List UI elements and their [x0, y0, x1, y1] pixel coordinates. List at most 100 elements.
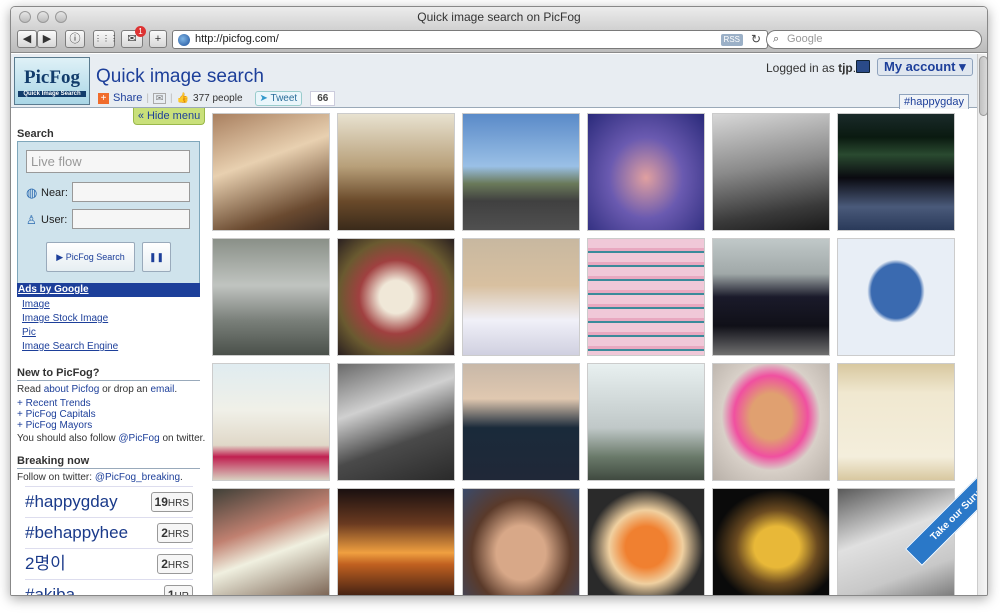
- google-search-placeholder: Google: [787, 33, 823, 45]
- breaking-now-heading: Breaking now: [17, 455, 200, 469]
- site-favicon-icon: [178, 34, 190, 46]
- divider: |: [169, 92, 173, 104]
- browser-window: Quick image search on PicFog ◀ ▶ ⓘ ⋮⋮⋮ ✉…: [10, 6, 988, 596]
- trend-item[interactable]: #akiba 1HR: [25, 579, 193, 596]
- image-thumbnail[interactable]: [587, 488, 705, 595]
- picfog-capitals-link[interactable]: + PicFog Capitals: [17, 409, 96, 420]
- info-button[interactable]: ⓘ: [65, 30, 85, 48]
- like-thumb-icon[interactable]: 👍: [177, 93, 189, 104]
- read-prefix: Read: [17, 384, 41, 395]
- image-thumbnail[interactable]: [337, 363, 455, 481]
- google-search-field[interactable]: ⌕ Google: [766, 30, 982, 49]
- top-sites-button[interactable]: ⋮⋮⋮: [93, 30, 118, 48]
- back-button[interactable]: ◀: [17, 30, 37, 48]
- image-thumbnail[interactable]: [462, 363, 580, 481]
- image-thumbnail[interactable]: [212, 363, 330, 481]
- trend-age-number: 2: [161, 526, 168, 540]
- or-text: or drop an: [102, 384, 148, 395]
- breaking-suffix: .: [180, 472, 183, 483]
- follow-text: You should also follow @PicFog on twitte…: [17, 433, 205, 444]
- reload-icon[interactable]: ↻: [751, 31, 761, 48]
- image-thumbnail[interactable]: [837, 238, 955, 356]
- minimize-window-button[interactable]: [37, 11, 49, 23]
- image-thumbnail[interactable]: [337, 113, 455, 231]
- email-share-icon[interactable]: ✉: [152, 92, 166, 104]
- logo-wordmark: PicFog: [24, 67, 80, 88]
- image-thumbnail[interactable]: [462, 113, 580, 231]
- image-thumbnail[interactable]: [212, 113, 330, 231]
- mail-badge: 1: [135, 26, 146, 37]
- about-picfog-link[interactable]: about Picfog: [44, 384, 100, 395]
- trend-age-number: 1: [167, 588, 175, 596]
- image-thumbnail[interactable]: [587, 238, 705, 356]
- new-to-picfog-heading: New to PicFog?: [17, 367, 200, 381]
- picfog-twitter-link[interactable]: @PicFog: [118, 433, 159, 444]
- rss-button[interactable]: RSS: [720, 34, 743, 46]
- ad-link[interactable]: Image Search Engine: [22, 341, 118, 352]
- image-thumbnail[interactable]: [337, 488, 455, 595]
- image-thumbnail[interactable]: [587, 113, 705, 231]
- trend-tag: #happygday: [25, 492, 118, 511]
- picfog-logo[interactable]: PicFog Quick Image Search: [14, 57, 90, 105]
- trend-item[interactable]: #happygday 19HRS: [25, 486, 193, 516]
- image-thumbnail[interactable]: [712, 238, 830, 356]
- trend-tag-tab[interactable]: #happygday: [899, 94, 969, 109]
- forward-button[interactable]: ▶: [37, 30, 57, 48]
- tweet-button[interactable]: ➤ Tweet: [254, 90, 303, 106]
- site-header: PicFog Quick Image Search Quick image se…: [11, 54, 977, 109]
- logged-in-label: Logged in as: [766, 61, 835, 75]
- image-thumbnail[interactable]: [837, 113, 955, 231]
- recent-trends-link[interactable]: + Recent Trends: [17, 398, 91, 409]
- image-thumbnail[interactable]: [212, 238, 330, 356]
- mail-button[interactable]: ✉ 1: [121, 26, 146, 48]
- logo-subtitle: Quick Image Search: [18, 91, 86, 97]
- username[interactable]: tjp: [838, 61, 853, 75]
- share-button[interactable]: Share: [113, 92, 142, 104]
- image-thumbnail[interactable]: [212, 488, 330, 595]
- image-thumbnail[interactable]: [712, 488, 830, 595]
- twitter-bird-icon: ➤: [259, 92, 268, 104]
- picfog-search-button[interactable]: ▶ PicFog Search: [46, 242, 135, 272]
- trend-tag: #behappyhee: [25, 523, 129, 542]
- search-icon: ⌕: [773, 33, 780, 45]
- ad-link[interactable]: Image Stock Image: [22, 313, 108, 324]
- window-title: Quick image search on PicFog: [417, 10, 581, 24]
- pause-button[interactable]: ❚❚: [142, 242, 171, 272]
- image-thumbnail[interactable]: [837, 363, 955, 481]
- image-thumbnail[interactable]: [587, 363, 705, 481]
- image-thumbnail[interactable]: [462, 238, 580, 356]
- image-thumbnail[interactable]: [712, 363, 830, 481]
- search-panel: Live flow ◍ Near: ♙ User: ▶ PicFog Searc…: [17, 141, 200, 287]
- ad-link[interactable]: Image: [22, 299, 50, 310]
- picfog-breaking-link[interactable]: @PicFog_breaking: [95, 472, 180, 483]
- image-thumbnail[interactable]: [337, 238, 455, 356]
- tweet-label: Tweet: [270, 92, 298, 104]
- save-disk-icon[interactable]: [856, 60, 870, 73]
- near-input[interactable]: [72, 182, 190, 202]
- picfog-mayors-link[interactable]: + PicFog Mayors: [17, 420, 92, 431]
- email-link[interactable]: email: [150, 384, 174, 395]
- trend-tag: 2명이: [25, 554, 66, 573]
- user-input[interactable]: [72, 209, 190, 229]
- ad-link[interactable]: Pic: [22, 327, 36, 338]
- trend-age-unit: HRS: [167, 529, 189, 540]
- live-flow-input[interactable]: Live flow: [26, 150, 190, 173]
- add-bookmark-button[interactable]: +: [149, 30, 167, 48]
- image-thumbnail[interactable]: [462, 488, 580, 595]
- scrollbar-thumb[interactable]: [979, 56, 987, 116]
- title-bar: Quick image search on PicFog: [11, 7, 987, 27]
- my-account-menu[interactable]: My account ▾: [877, 58, 973, 76]
- close-window-button[interactable]: [19, 11, 31, 23]
- image-thumbnail[interactable]: [712, 113, 830, 231]
- vertical-scrollbar[interactable]: [977, 54, 987, 595]
- tweet-count: 66: [310, 90, 336, 106]
- page-content: PicFog Quick Image Search Quick image se…: [11, 54, 977, 596]
- hide-menu-button[interactable]: « Hide menu: [133, 108, 205, 125]
- ads-by-google[interactable]: Ads by Google: [17, 283, 200, 297]
- address-bar[interactable]: http://picfog.com/ RSS ↻: [172, 30, 768, 49]
- trend-item[interactable]: #behappyhee 2HRS: [25, 517, 193, 547]
- trend-item[interactable]: 2명이 2HRS: [25, 548, 193, 578]
- follow-prefix: You should also follow: [17, 433, 116, 444]
- divider: |: [146, 92, 149, 104]
- zoom-window-button[interactable]: [55, 11, 67, 23]
